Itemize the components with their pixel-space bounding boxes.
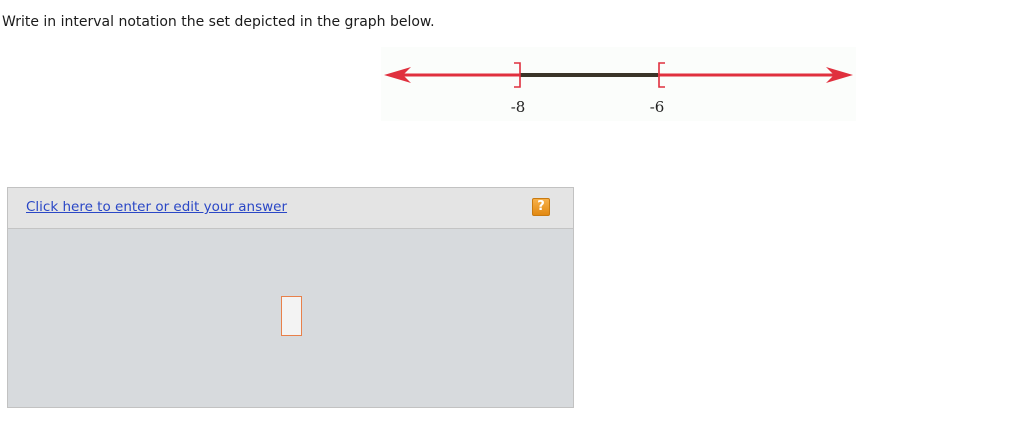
tick-label-right: -6	[650, 98, 665, 116]
help-button[interactable]: ?	[532, 198, 550, 216]
answer-panel: Click here to enter or edit your answer …	[7, 187, 574, 408]
question-text: Write in interval notation the set depic…	[2, 14, 435, 30]
answer-panel-header: Click here to enter or edit your answer …	[8, 188, 573, 229]
answer-input-box[interactable]	[281, 296, 302, 336]
tick-label-left: -8	[511, 98, 526, 116]
number-line-svg: -8 -6	[384, 62, 853, 116]
edit-answer-link[interactable]: Click here to enter or edit your answer	[26, 199, 287, 215]
number-line-graph: -8 -6	[381, 47, 856, 121]
